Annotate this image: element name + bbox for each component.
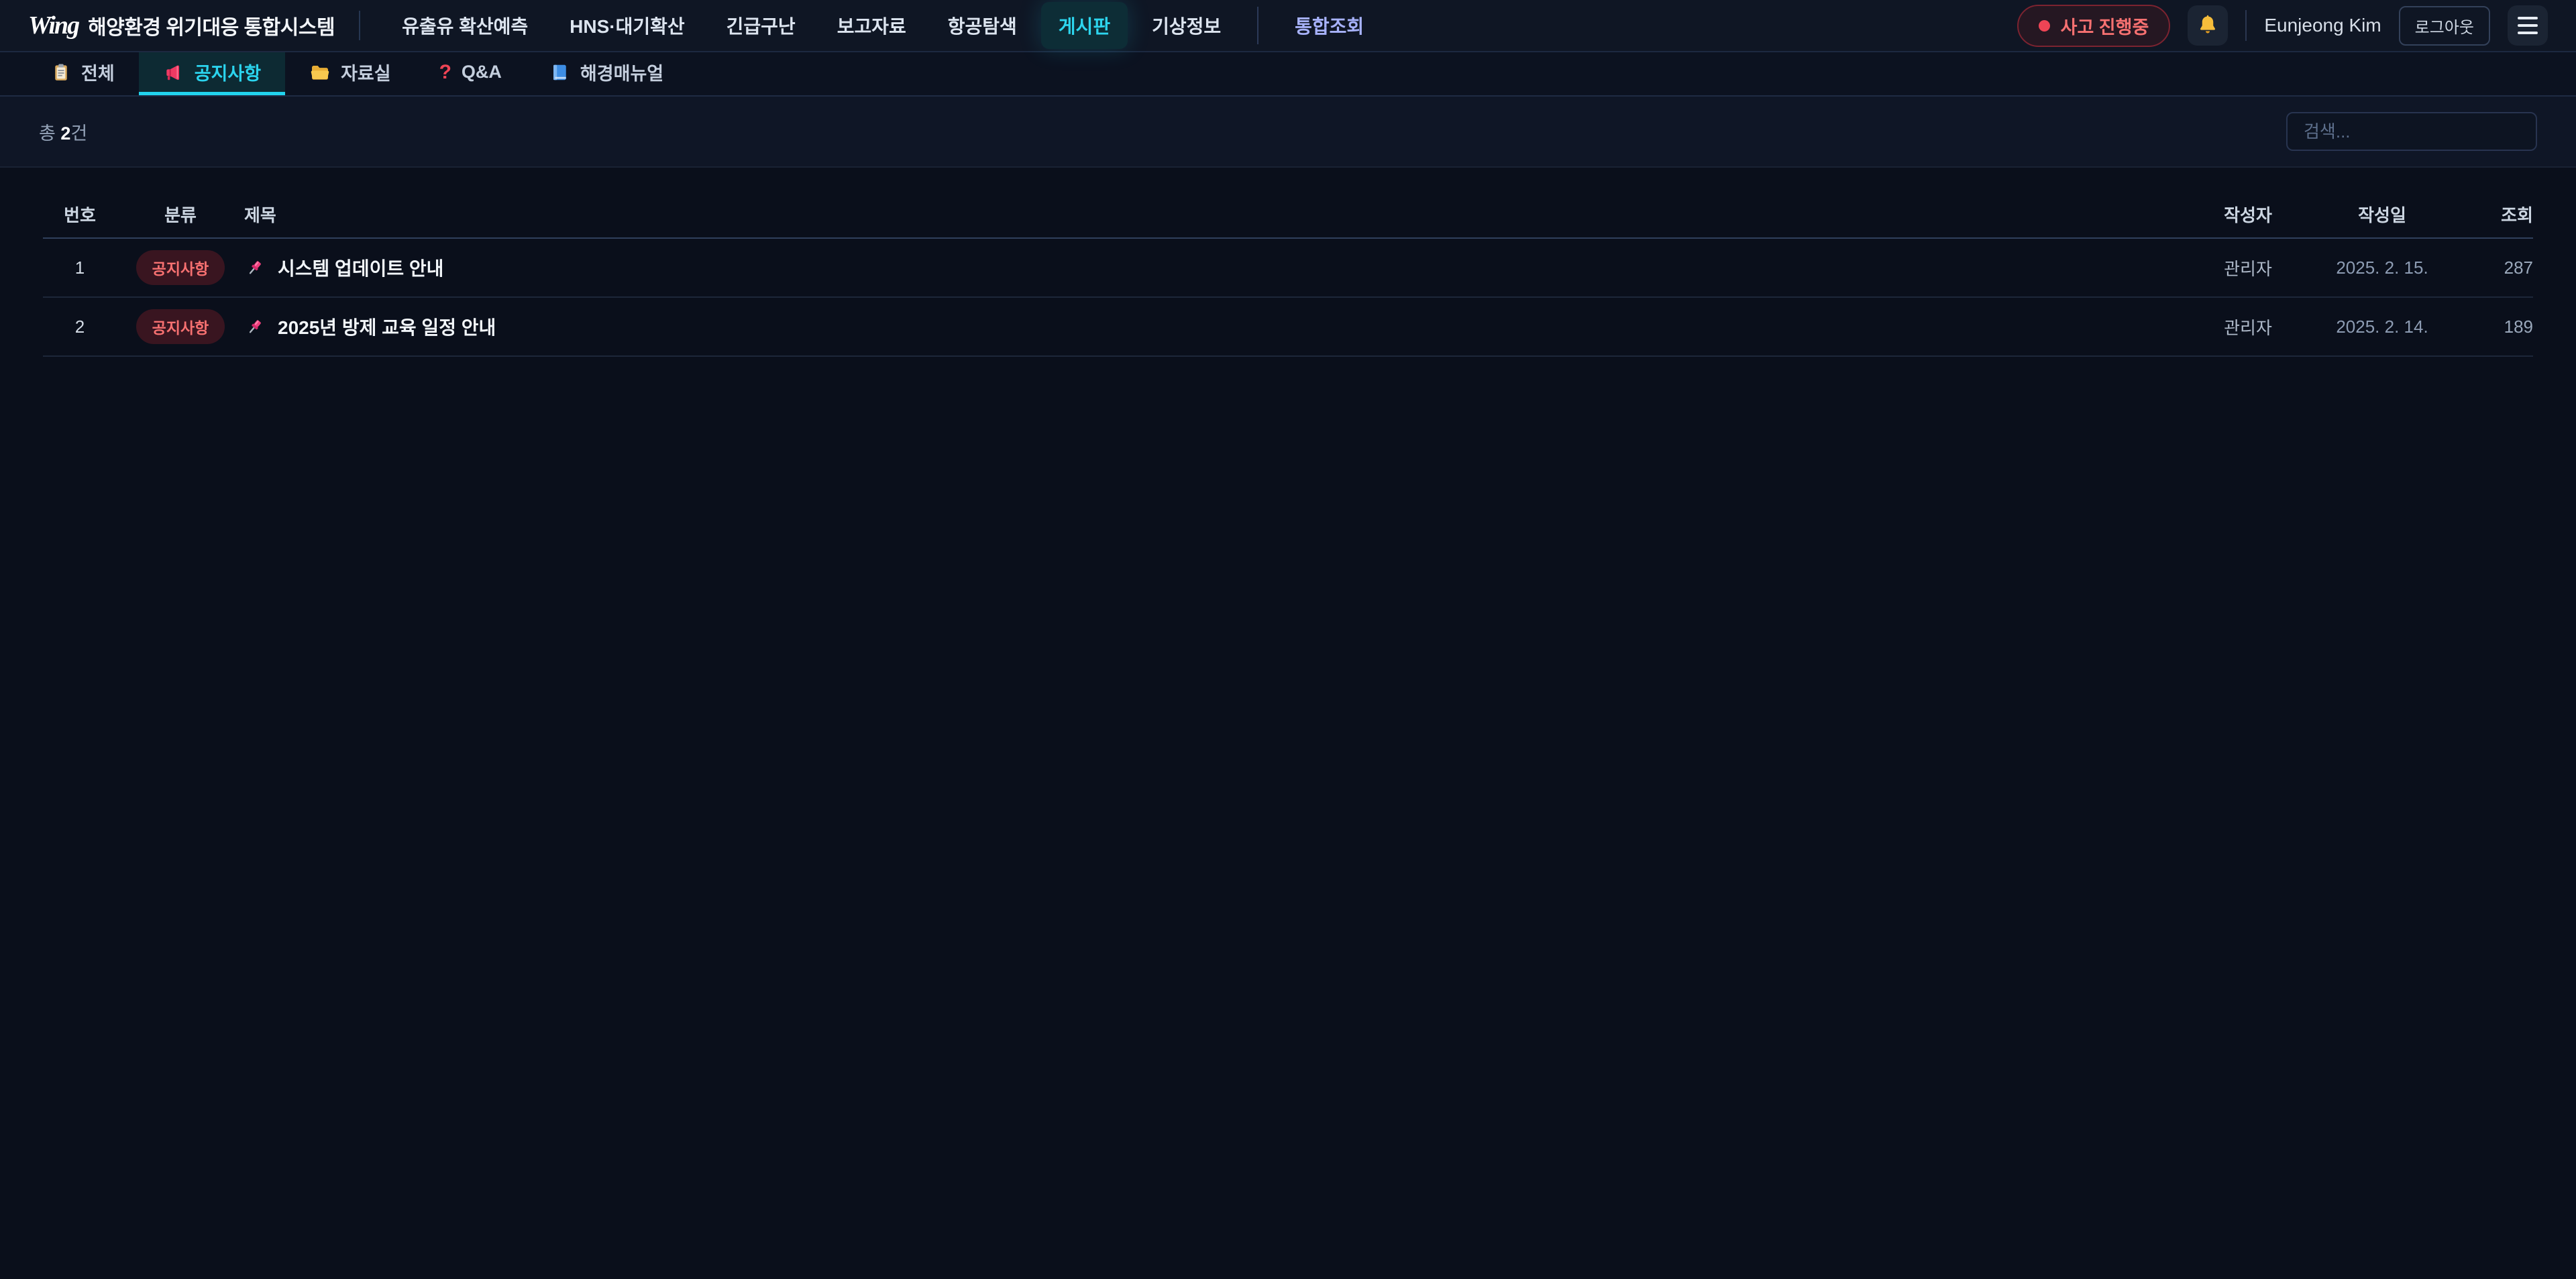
nav-item-integrated-search[interactable]: 통합조회 — [1277, 2, 1381, 49]
tab-label: 해경매뉴얼 — [580, 59, 663, 85]
question-icon: ? — [439, 61, 451, 84]
clipboard-icon — [51, 62, 71, 82]
author-cell: 관리자 — [2191, 315, 2305, 339]
tab-notices[interactable]: 공지사항 — [139, 52, 285, 95]
hamburger-icon — [2518, 17, 2538, 34]
views-cell: 287 — [2459, 258, 2533, 278]
pin-icon — [244, 316, 266, 337]
category-badge: 공지사항 — [136, 309, 225, 344]
nav-item-board[interactable]: 게시판 — [1041, 2, 1128, 49]
nav-item-hns-air-diffusion[interactable]: HNS·대기확산 — [552, 2, 702, 49]
column-header-no: 번호 — [43, 202, 117, 227]
total-suffix: 건 — [70, 123, 87, 144]
board-toolbar: 총 2건 — [0, 97, 2576, 168]
column-header-views: 조회 — [2459, 202, 2533, 227]
book-icon — [550, 62, 570, 82]
nav-item-reports[interactable]: 보고자료 — [820, 2, 924, 49]
column-header-category: 분류 — [117, 202, 244, 227]
top-bar-right: 사고 진행중 Eunjeong Kim 로그아웃 — [2017, 5, 2548, 47]
total-prefix: 총 — [39, 123, 60, 144]
table-header-row: 번호 분류 제목 작성자 작성일 조회 — [43, 190, 2533, 239]
category-badge: 공지사항 — [136, 250, 225, 285]
column-header-date: 작성일 — [2305, 202, 2459, 227]
total-count: 총 2건 — [39, 119, 87, 145]
title-cell[interactable]: 2025년 방제 교육 일정 안내 — [244, 313, 2191, 340]
nav-separator — [1257, 7, 1258, 44]
tab-label: 공지사항 — [195, 59, 261, 85]
date-cell: 2025. 2. 14. — [2305, 317, 2459, 337]
row-number: 1 — [43, 258, 117, 278]
brand: Wing 해양환경 위기대응 통합시스템 — [28, 11, 335, 40]
brand-divider — [359, 11, 360, 40]
incident-dot-icon — [2039, 20, 2050, 32]
nav-item-oil-spill-prediction[interactable]: 유출유 확산예측 — [384, 2, 545, 49]
post-title: 시스템 업데이트 안내 — [278, 254, 443, 281]
incident-status-label: 사고 진행중 — [2061, 13, 2149, 39]
menu-button[interactable] — [2508, 5, 2548, 46]
row-number: 2 — [43, 317, 117, 337]
tab-label: 전체 — [81, 59, 115, 85]
user-divider — [2245, 10, 2247, 41]
category-cell: 공지사항 — [117, 309, 244, 344]
column-header-author: 작성자 — [2191, 202, 2305, 227]
tab-label: Q&A — [462, 62, 502, 82]
notification-button[interactable] — [2188, 5, 2228, 46]
app-title: 해양환경 위기대응 통합시스템 — [88, 11, 335, 40]
tab-archive[interactable]: 자료실 — [285, 52, 415, 95]
search-input[interactable] — [2286, 112, 2537, 151]
post-title: 2025년 방제 교육 일정 안내 — [278, 313, 496, 340]
column-header-title: 제목 — [244, 202, 2191, 227]
top-bar: Wing 해양환경 위기대응 통합시스템 유출유 확산예측 HNS·대기확산 긴… — [0, 0, 2576, 52]
total-number: 2 — [60, 123, 70, 144]
views-cell: 189 — [2459, 317, 2533, 337]
category-cell: 공지사항 — [117, 250, 244, 285]
nav-item-emergency-rescue[interactable]: 긴급구난 — [709, 2, 813, 49]
tab-all[interactable]: 전체 — [27, 52, 139, 95]
incident-status-badge[interactable]: 사고 진행중 — [2017, 5, 2171, 47]
board-table: 번호 분류 제목 작성자 작성일 조회 1 공지사항 시스템 업데이트 — [0, 168, 2576, 357]
table-row[interactable]: 1 공지사항 시스템 업데이트 안내 관리자 2025. 2. 15. 287 — [43, 239, 2533, 298]
megaphone-icon — [163, 62, 184, 83]
main-nav: 유출유 확산예측 HNS·대기확산 긴급구난 보고자료 항공탐색 게시판 기상정… — [384, 2, 1381, 49]
title-cell[interactable]: 시스템 업데이트 안내 — [244, 254, 2191, 281]
date-cell: 2025. 2. 15. — [2305, 258, 2459, 278]
tab-manual[interactable]: 해경매뉴얼 — [526, 52, 688, 95]
nav-item-weather-info[interactable]: 기상정보 — [1134, 2, 1238, 49]
nav-item-aerial-search[interactable]: 항공탐색 — [930, 2, 1034, 49]
bell-icon — [2196, 13, 2220, 38]
logout-button[interactable]: 로그아웃 — [2399, 6, 2490, 46]
tab-label: 자료실 — [341, 59, 391, 85]
table-row[interactable]: 2 공지사항 2025년 방제 교육 일정 안내 관리자 2025. 2. 14… — [43, 298, 2533, 357]
board-tab-bar: 전체 공지사항 자료실 ? Q&A — [0, 52, 2576, 97]
author-cell: 관리자 — [2191, 256, 2305, 280]
tab-qna[interactable]: ? Q&A — [415, 52, 526, 95]
wing-logo-icon: Wing — [28, 11, 78, 40]
pin-icon — [244, 257, 266, 278]
folder-icon — [309, 62, 331, 83]
user-name: Eunjeong Kim — [2264, 15, 2381, 36]
